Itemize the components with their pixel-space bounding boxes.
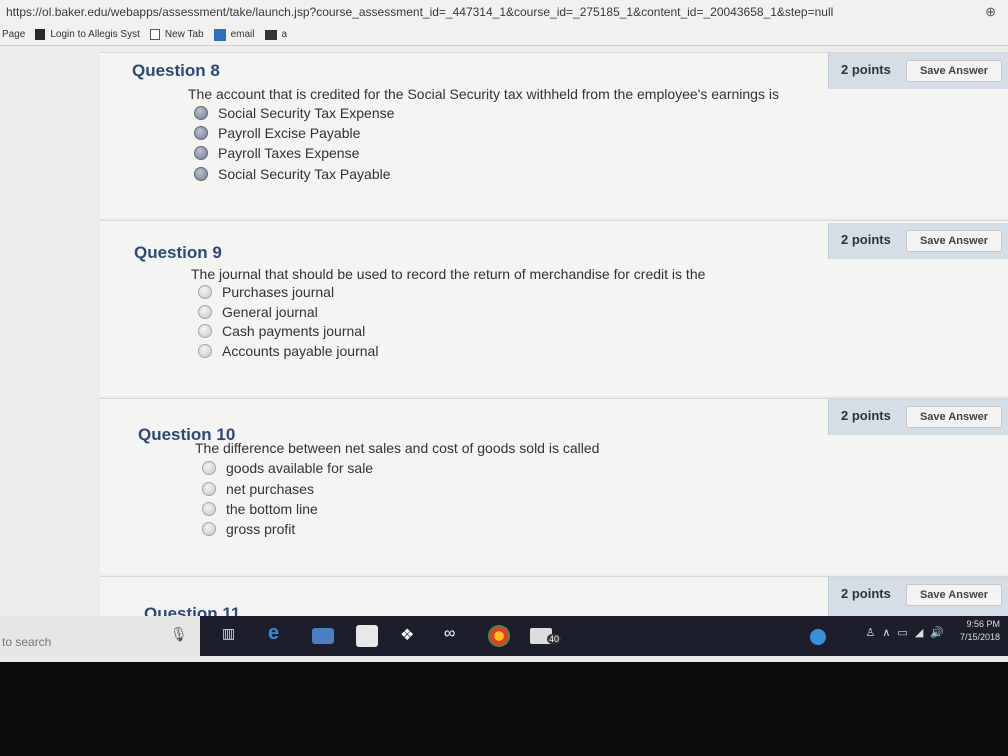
radio-button[interactable] [194,126,208,140]
search-placeholder: to search [2,635,52,649]
points-panel: 2 points Save Answer [828,577,1008,617]
screen: https://ol.baker.edu/webapps/assessment/… [0,0,1008,662]
answer-option[interactable]: Cash payments journal [198,323,365,339]
radio-button[interactable] [202,502,216,516]
people-icon[interactable]: ♙ [865,626,875,639]
dropbox-icon[interactable]: ❖ [400,625,422,647]
answer-option[interactable]: Social Security Tax Expense [194,105,394,121]
points-panel: 2 points Save Answer [828,223,1008,259]
answer-option[interactable]: goods available for sale [202,460,373,476]
taskbar-search[interactable]: to search 🎙 [0,616,200,656]
wifi-icon[interactable]: ◢ [915,626,923,639]
question-9: 2 points Save Answer Question 9 The jour… [100,220,1008,396]
question-text: The journal that should be used to recor… [191,266,706,282]
radio-button[interactable] [198,285,212,299]
page-icon [149,29,160,40]
question-text: The account that is credited for the Soc… [188,86,779,102]
radio-button[interactable] [198,305,212,319]
answer-option[interactable]: General journal [198,304,318,320]
points-panel: 2 points Save Answer [828,53,1008,89]
bookmark-new-tab[interactable]: New Tab [149,29,204,40]
question-text: The difference between net sales and cos… [195,440,600,456]
battery-icon[interactable]: ▭ [897,626,907,639]
microphone-icon[interactable]: 🎙 [170,626,188,643]
mail-badge: 40 [547,634,562,644]
points-label: 2 points [841,586,891,601]
document-icon [35,29,46,40]
chrome-icon[interactable] [488,625,510,647]
question-title: Question 8 [132,61,220,80]
volume-icon[interactable]: 🔊 [930,626,944,639]
help-icon[interactable] [810,629,826,645]
bookmark-a[interactable]: a [264,29,287,40]
radio-button[interactable] [202,461,216,475]
file-explorer-icon[interactable] [312,628,334,644]
answer-option[interactable]: net purchases [202,481,314,497]
radio-button[interactable] [202,482,216,496]
radio-button[interactable] [198,344,212,358]
radio-button[interactable] [194,167,208,181]
chevron-up-icon[interactable]: ∧ [882,626,890,639]
clock-date: 7/15/2018 [959,632,1000,642]
infinity-icon[interactable]: ∞ [444,625,466,647]
points-label: 2 points [841,62,891,77]
edge-icon[interactable]: e [268,622,290,644]
task-view-icon[interactable]: ▥ [222,625,244,647]
question-11: 2 points Save Answer Question 11 [100,576,1008,623]
bookmark-email[interactable]: email [213,28,255,41]
address-bar[interactable]: https://ol.baker.edu/webapps/assessment/… [0,0,1008,24]
points-label: 2 points [841,408,891,423]
radio-button[interactable] [198,324,212,338]
question-8: 2 points Save Answer Question 8 The acco… [100,52,1008,218]
assessment-content: 2 points Save Answer Question 8 The acco… [0,46,1008,623]
question-title: Question 9 [134,243,222,262]
answer-option[interactable]: gross profit [202,521,295,537]
system-tray: ♙ ∧ ▭ ◢ 🔊 [865,626,944,639]
radio-button[interactable] [194,146,208,160]
answer-option[interactable]: Accounts payable journal [198,343,378,359]
answer-option[interactable]: the bottom line [202,501,318,517]
store-icon[interactable] [356,625,378,647]
radio-button[interactable] [194,106,208,120]
save-answer-button[interactable]: Save Answer [906,406,1002,428]
answer-option[interactable]: Purchases journal [198,284,334,300]
question-10: 2 points Save Answer Question 10 The dif… [100,398,1008,574]
save-answer-button[interactable]: Save Answer [906,584,1002,606]
app-icon [264,29,277,40]
save-answer-button[interactable]: Save Answer [906,60,1002,82]
save-answer-button[interactable]: Save Answer [906,230,1002,252]
bookmark-allegis[interactable]: Login to Allegis Syst [35,29,140,40]
taskbar: to search 🎙 ▥ e ❖ ∞ 40 ♙ ∧ ▭ ◢ 🔊 9:56 PM… [0,616,1008,656]
outlook-icon [213,28,226,41]
answer-option[interactable]: Social Security Tax Payable [194,166,391,182]
clock-time: 9:56 PM [966,619,1000,629]
monitor-bezel [0,662,1008,756]
answer-option[interactable]: Payroll Excise Payable [194,125,360,141]
points-panel: 2 points Save Answer [828,399,1008,435]
answer-option[interactable]: Payroll Taxes Expense [194,145,359,161]
zoom-icon[interactable]: ⊕ [985,4,996,20]
url-text[interactable]: https://ol.baker.edu/webapps/assessment/… [6,5,833,19]
radio-button[interactable] [202,522,216,536]
bookmarks-bar: Page Login to Allegis Syst New Tab email… [0,24,1008,46]
bookmark-page[interactable]: Page [2,29,25,40]
points-label: 2 points [841,232,891,247]
clock[interactable]: 9:56 PM 7/15/2018 [960,618,1000,644]
